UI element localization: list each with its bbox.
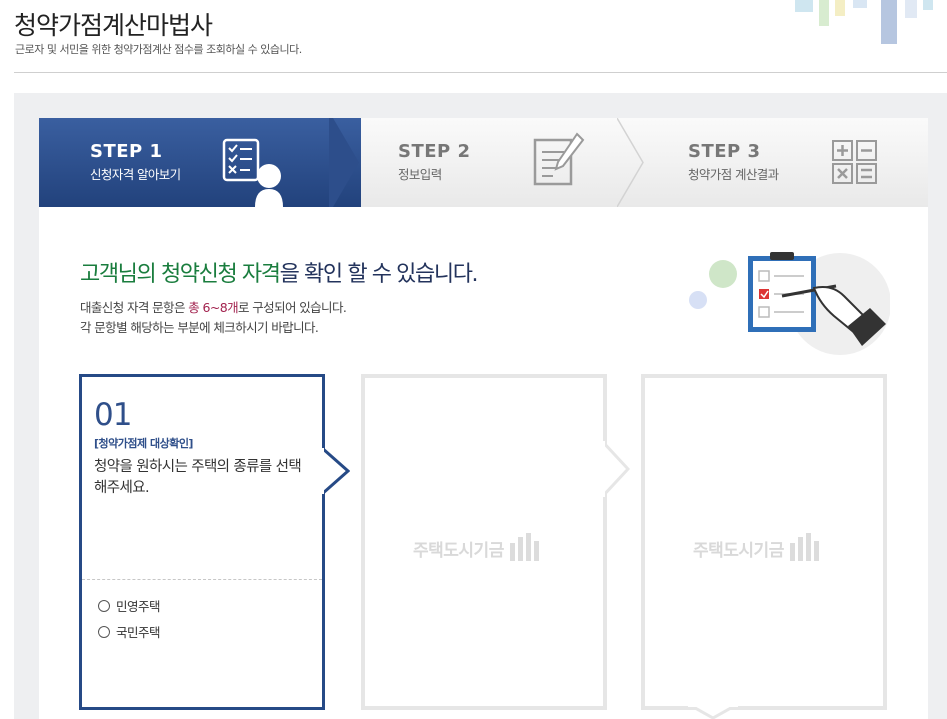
placeholder-watermark: 주택도시기금 [693,533,824,563]
header-decoration [795,0,933,44]
card-pointer-arrow [322,448,350,494]
clipboard-illustration [689,252,890,355]
step-separator [617,118,644,207]
option-private-housing[interactable]: 민영주택 [98,596,161,615]
intro-headline: 고객님의 청약신청 자격을 확인 할 수 있습니다. [80,262,479,287]
checklist-person-icon [222,138,283,207]
card-pointer-down [688,704,738,719]
step-bar: STEP 1 신청자격 알아보기 STEP 2 정보입력 STEP 3 청약가점… [39,118,928,207]
page-subtitle: 근로자 및 서민을 위한 청약가점계산 점수를 조회하실 수 있습니다. [15,43,302,56]
step-3-label: 청약가점 계산결과 [688,167,779,182]
step-1-label: 신청자격 알아보기 [90,167,181,182]
step-1-title: STEP 1 [90,141,163,162]
radio-button[interactable] [98,625,110,638]
placeholder-watermark: 주택도시기금 [413,533,544,563]
question-card-02: 주택도시기금 [361,374,607,710]
header-divider [14,72,947,73]
step-1-arrow [329,118,359,207]
intro-desc-1: 대출신청 자격 문항은 총 6~8개로 구성되어 있습니다. [80,300,347,315]
calculator-icon [832,140,877,184]
hug-logo-icon [509,533,539,561]
step-2-title: STEP 2 [398,141,471,162]
document-pencil-icon [533,132,585,186]
card-pointer-arrow [602,441,630,497]
step-1-tab[interactable] [39,118,361,207]
question-category: [청약가점제 대상확인] [94,437,193,450]
hug-logo-icon [789,533,819,561]
question-divider [82,579,322,580]
page-title: 청약가점계산마법사 [14,11,213,40]
question-card-01: 01 [청약가점제 대상확인] 청약을 원하시는 주택의 종류를 선택해주세요.… [79,374,325,710]
step-2-label: 정보입력 [398,167,442,182]
question-card-03: 주택도시기금 [641,374,887,710]
radio-button[interactable] [98,599,110,612]
question-text: 청약을 원하시는 주택의 종류를 선택해주세요. [94,459,302,496]
question-number: 01 [94,397,132,433]
option-national-housing[interactable]: 국민주택 [98,622,161,641]
step-3-title: STEP 3 [688,141,761,162]
intro-desc-2: 각 문항별 해당하는 부분에 체크하시기 바랍니다. [80,320,319,335]
